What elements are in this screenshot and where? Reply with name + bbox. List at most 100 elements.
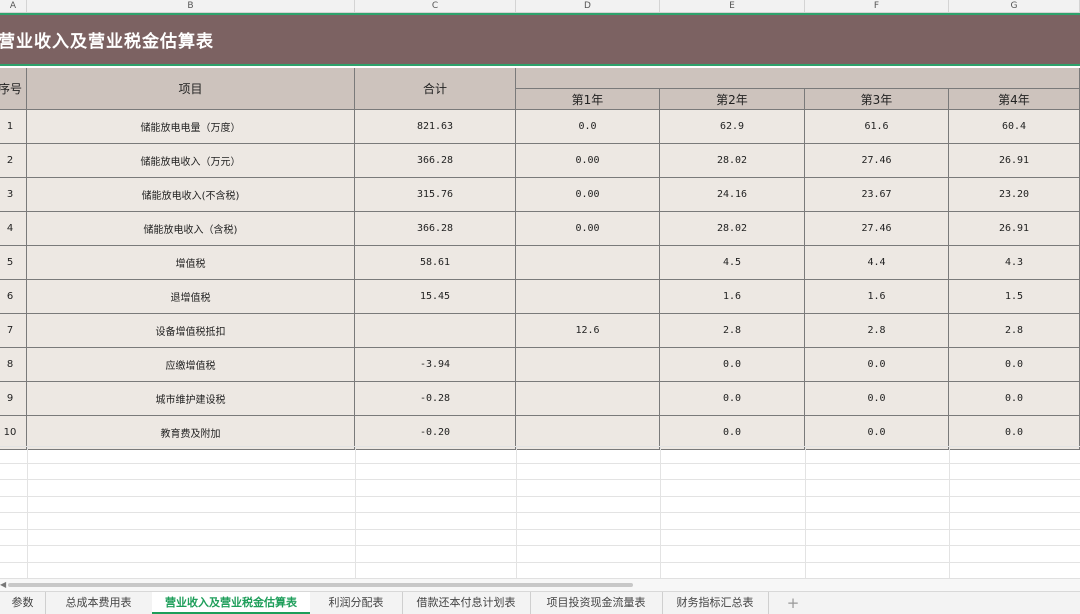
cell-year-4[interactable]: 4.3	[949, 246, 1080, 280]
cell-item[interactable]: 储能放电电量（万度）	[27, 110, 355, 144]
cell-total[interactable]: 366.28	[355, 144, 516, 178]
cell-year-2[interactable]: 0.0	[660, 348, 805, 382]
add-sheet-icon[interactable]: +	[780, 592, 806, 614]
cell-seq[interactable]: 8	[0, 348, 27, 382]
cell-item[interactable]: 退增值税	[27, 280, 355, 314]
cell-year-4[interactable]: 26.91	[949, 144, 1080, 178]
cell-item[interactable]: 储能放电收入(不含税)	[27, 178, 355, 212]
cell-year-1[interactable]	[516, 382, 660, 416]
sheet-tab-params[interactable]: 参数	[0, 592, 46, 614]
cell-year-3[interactable]: 1.6	[805, 280, 949, 314]
column-header-c[interactable]: C	[355, 0, 516, 12]
cell-year-4[interactable]: 1.5	[949, 280, 1080, 314]
cell-year-1[interactable]: 0.00	[516, 178, 660, 212]
cell-year-2[interactable]: 0.0	[660, 416, 805, 450]
cell-year-3[interactable]: 4.4	[805, 246, 949, 280]
cell-year-2[interactable]: 2.8	[660, 314, 805, 348]
cell-year-3[interactable]: 0.0	[805, 416, 949, 450]
cell-year-3[interactable]: 2.8	[805, 314, 949, 348]
sheet-tab-revenue-tax[interactable]: 营业收入及营业税金估算表	[152, 592, 310, 614]
cell-year-1[interactable]: 12.6	[516, 314, 660, 348]
cell-total[interactable]: 315.76	[355, 178, 516, 212]
header-year-1[interactable]: 第1年	[516, 89, 660, 110]
sheet-title: 营业收入及营业税金估算表	[0, 32, 214, 52]
sheet-title-band[interactable]: 营业收入及营业税金估算表	[0, 13, 1080, 66]
grid-line	[0, 545, 1080, 546]
cell-item[interactable]: 教育费及附加	[27, 416, 355, 450]
column-header-e[interactable]: E	[660, 0, 805, 12]
cell-seq[interactable]: 6	[0, 280, 27, 314]
cell-year-1[interactable]	[516, 416, 660, 450]
cell-item[interactable]: 设备增值税抵扣	[27, 314, 355, 348]
cell-year-2[interactable]: 28.02	[660, 144, 805, 178]
cell-total[interactable]: -0.28	[355, 382, 516, 416]
cell-total[interactable]: 15.45	[355, 280, 516, 314]
cell-seq[interactable]: 10	[0, 416, 27, 450]
cell-year-2[interactable]: 24.16	[660, 178, 805, 212]
cell-year-4[interactable]: 0.0	[949, 382, 1080, 416]
cell-year-2[interactable]: 4.5	[660, 246, 805, 280]
column-header-d[interactable]: D	[516, 0, 660, 12]
cell-year-1[interactable]	[516, 246, 660, 280]
cell-year-3[interactable]: 27.46	[805, 144, 949, 178]
cell-year-1[interactable]: 0.00	[516, 144, 660, 178]
scroll-left-icon[interactable]: ◀	[0, 580, 6, 589]
cell-year-2[interactable]: 28.02	[660, 212, 805, 246]
cell-year-4[interactable]: 23.20	[949, 178, 1080, 212]
header-year-3[interactable]: 第3年	[805, 89, 949, 110]
column-header-f[interactable]: F	[805, 0, 949, 12]
cell-year-2[interactable]: 62.9	[660, 110, 805, 144]
empty-grid-area[interactable]	[0, 446, 1080, 578]
scrollbar-thumb[interactable]	[8, 583, 633, 587]
cell-year-3[interactable]: 27.46	[805, 212, 949, 246]
cell-year-2[interactable]: 0.0	[660, 382, 805, 416]
sheet-tab-profit[interactable]: 利润分配表	[310, 592, 403, 614]
cell-total[interactable]	[355, 314, 516, 348]
cell-item[interactable]: 应缴增值税	[27, 348, 355, 382]
cell-year-3[interactable]: 0.0	[805, 348, 949, 382]
header-seq[interactable]: 序号	[0, 68, 27, 110]
header-item[interactable]: 项目	[27, 68, 355, 110]
cell-year-4[interactable]: 0.0	[949, 348, 1080, 382]
header-years-group[interactable]	[516, 68, 1080, 89]
header-year-4[interactable]: 第4年	[949, 89, 1080, 110]
cell-year-3[interactable]: 61.6	[805, 110, 949, 144]
cell-year-4[interactable]: 0.0	[949, 416, 1080, 450]
cell-total[interactable]: -3.94	[355, 348, 516, 382]
header-year-2[interactable]: 第2年	[660, 89, 805, 110]
cell-seq[interactable]: 5	[0, 246, 27, 280]
cell-year-1[interactable]	[516, 348, 660, 382]
cell-item[interactable]: 增值税	[27, 246, 355, 280]
sheet-tab-loan-repayment[interactable]: 借款还本付息计划表	[402, 592, 531, 614]
cell-total[interactable]: 58.61	[355, 246, 516, 280]
cell-item[interactable]: 储能放电收入（含税)	[27, 212, 355, 246]
cell-total[interactable]: 821.63	[355, 110, 516, 144]
horizontal-scrollbar[interactable]: ◀	[0, 578, 1080, 591]
cell-year-4[interactable]: 26.91	[949, 212, 1080, 246]
cell-year-1[interactable]	[516, 280, 660, 314]
cell-year-4[interactable]: 60.4	[949, 110, 1080, 144]
cell-seq[interactable]: 7	[0, 314, 27, 348]
column-header-g[interactable]: G	[949, 0, 1080, 12]
cell-year-4[interactable]: 2.8	[949, 314, 1080, 348]
cell-seq[interactable]: 4	[0, 212, 27, 246]
sheet-tab-total-cost[interactable]: 总成本费用表	[45, 592, 153, 614]
cell-item[interactable]: 城市维护建设税	[27, 382, 355, 416]
column-header-b[interactable]: B	[27, 0, 355, 12]
cell-year-3[interactable]: 23.67	[805, 178, 949, 212]
cell-total[interactable]: 366.28	[355, 212, 516, 246]
cell-year-3[interactable]: 0.0	[805, 382, 949, 416]
sheet-tab-cash-flow[interactable]: 项目投资现金流量表	[530, 592, 663, 614]
cell-year-2[interactable]: 1.6	[660, 280, 805, 314]
cell-seq[interactable]: 3	[0, 178, 27, 212]
cell-item[interactable]: 储能放电收入（万元）	[27, 144, 355, 178]
cell-year-1[interactable]: 0.00	[516, 212, 660, 246]
cell-total[interactable]: -0.20	[355, 416, 516, 450]
sheet-tab-financial-summary[interactable]: 财务指标汇总表	[662, 592, 769, 614]
cell-year-1[interactable]: 0.0	[516, 110, 660, 144]
header-total[interactable]: 合计	[355, 68, 516, 110]
column-header-a[interactable]: A	[0, 0, 27, 12]
cell-seq[interactable]: 2	[0, 144, 27, 178]
cell-seq[interactable]: 1	[0, 110, 27, 144]
cell-seq[interactable]: 9	[0, 382, 27, 416]
